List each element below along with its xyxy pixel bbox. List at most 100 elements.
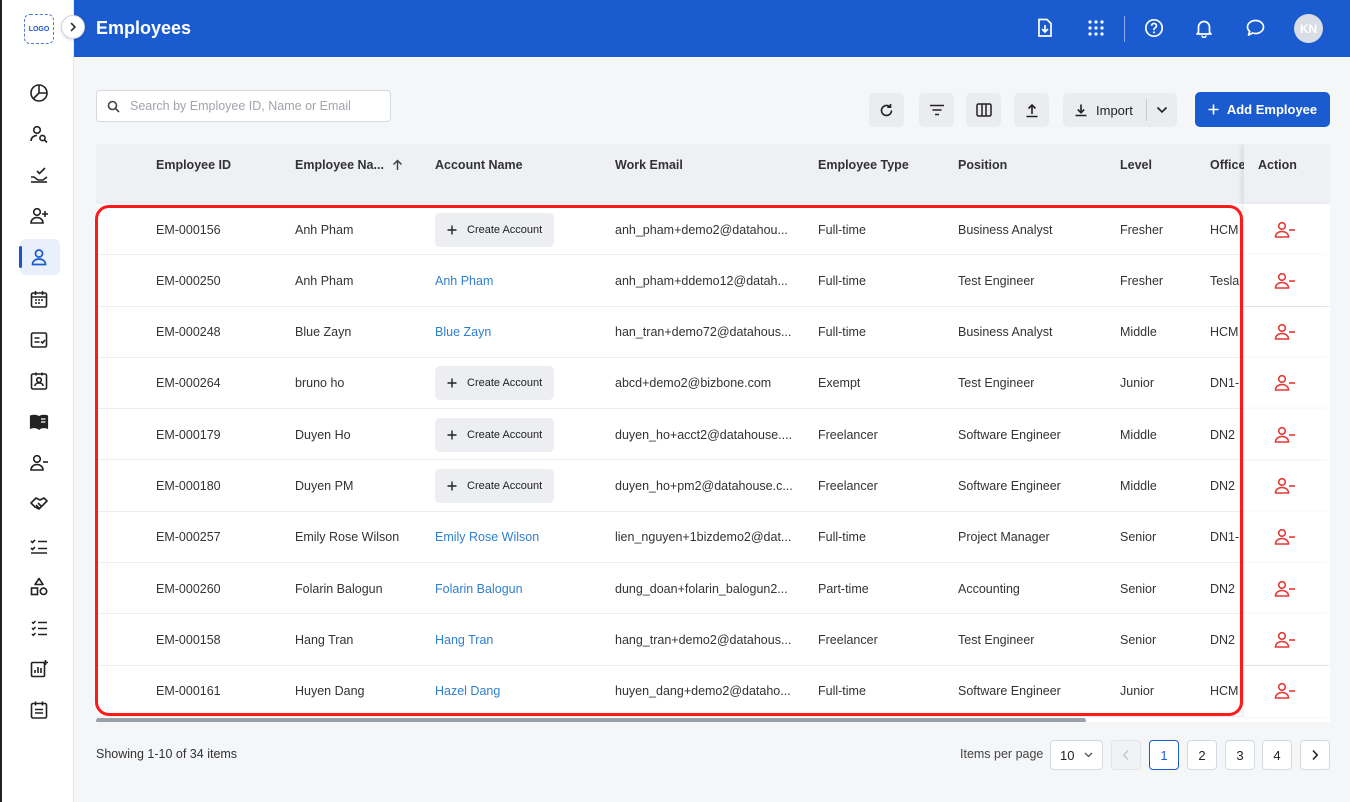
table-row[interactable]: EM-000250 Anh Pham Anh Pham anh_pham+ddemo1…	[96, 255, 1330, 307]
chat-icon[interactable]	[1244, 17, 1266, 39]
page-button-3[interactable]: 3	[1225, 740, 1255, 770]
sidebar-item-checklist-card[interactable]	[2, 319, 74, 360]
sidebar-item-shapes[interactable]	[2, 566, 74, 607]
prev-page-button[interactable]	[1111, 740, 1141, 770]
column-level[interactable]: Level	[1120, 158, 1152, 172]
import-button-group: Import	[1063, 93, 1177, 127]
cell-employee-name: bruno ho	[295, 376, 345, 391]
cell-position: Software Engineer	[958, 684, 1061, 699]
app-logo[interactable]: LOGO	[24, 14, 54, 44]
cell-action	[1244, 460, 1330, 512]
page-button-4[interactable]: 4	[1262, 740, 1292, 770]
download-document-icon[interactable]	[1034, 17, 1056, 39]
add-employee-button[interactable]: Add Employee	[1195, 92, 1330, 127]
cell-office: DN2	[1210, 427, 1236, 442]
employees-table: Employee ID Employee Na... Account Name …	[96, 144, 1330, 722]
search-input[interactable]	[130, 99, 380, 113]
sidebar-item-calendar[interactable]	[2, 278, 74, 319]
book-icon	[29, 414, 49, 431]
items-per-page-label: Items per page	[960, 747, 1044, 761]
cell-level: Fresher	[1120, 273, 1164, 288]
cell-account-link[interactable]: Hazel Dang	[435, 666, 600, 717]
cell-account-link[interactable]: Hang Tran	[435, 614, 600, 665]
remove-user-icon[interactable]	[1274, 528, 1296, 546]
create-account-button[interactable]: Create Account	[435, 212, 555, 247]
sidebar-item-dashboard[interactable]	[2, 72, 74, 113]
cell-account-link[interactable]: Folarin Balogun	[435, 563, 600, 614]
create-account-button[interactable]: Create Account	[435, 417, 555, 452]
columns-icon	[975, 103, 992, 117]
column-employee-name[interactable]: Employee Na...	[295, 158, 403, 172]
sidebar-item-user-badge[interactable]	[2, 360, 74, 401]
import-button[interactable]: Import	[1063, 103, 1146, 118]
import-dropdown-button[interactable]	[1147, 106, 1177, 114]
sidebar-item-hand-check[interactable]	[2, 154, 74, 195]
refresh-button[interactable]	[869, 93, 904, 127]
next-page-button[interactable]	[1300, 740, 1330, 770]
sidebar-expand-button[interactable]	[61, 15, 85, 39]
remove-user-icon[interactable]	[1274, 580, 1296, 598]
cell-position: Business Analyst	[958, 325, 1053, 340]
table-row[interactable]: EM-000264 bruno ho Create Account abcd+demo…	[96, 357, 1330, 410]
remove-user-icon[interactable]	[1274, 221, 1296, 239]
search-icon	[107, 100, 120, 113]
remove-user-icon[interactable]	[1274, 323, 1296, 341]
items-per-page-select[interactable]: 10	[1050, 740, 1103, 770]
sidebar-item-book[interactable]	[2, 402, 74, 443]
column-office[interactable]: Office	[1210, 158, 1245, 172]
header-divider	[1124, 16, 1125, 42]
table-row[interactable]: EM-000257 Emily Rose Wilson Emily Rose Wil…	[96, 511, 1330, 564]
page-button-2[interactable]: 2	[1187, 740, 1217, 770]
cell-employee-id: EM-000264	[156, 376, 221, 391]
filter-button[interactable]	[919, 93, 954, 127]
table-row[interactable]: EM-000180 Duyen PM Create Account duyen_ho+…	[96, 460, 1330, 512]
cell-account-link[interactable]: Blue Zayn	[435, 307, 600, 358]
column-position[interactable]: Position	[958, 158, 1007, 172]
cell-work-email: hang_tran+demo2@datahous...	[615, 632, 792, 647]
column-work-email[interactable]: Work Email	[615, 158, 683, 172]
sidebar-item-user-add[interactable]	[2, 196, 74, 237]
remove-user-icon[interactable]	[1274, 631, 1296, 649]
sidebar-item-list-check[interactable]	[2, 607, 74, 648]
cell-level: Senior	[1120, 530, 1157, 545]
column-employee-type[interactable]: Employee Type	[818, 158, 909, 172]
horizontal-scrollbar[interactable]	[96, 718, 1086, 722]
column-account-name[interactable]: Account Name	[435, 158, 523, 172]
sidebar-item-chart-add[interactable]	[2, 649, 74, 690]
remove-user-icon[interactable]	[1274, 374, 1296, 392]
sidebar-item-event-note[interactable]	[2, 690, 74, 731]
table-row[interactable]: EM-000158 Hang Tran Hang Tran hang_tran+dem…	[96, 614, 1330, 666]
cell-position: Test Engineer	[958, 376, 1035, 391]
sidebar-item-handshake[interactable]	[2, 484, 74, 525]
export-button[interactable]	[1014, 93, 1049, 127]
cell-account-link[interactable]: Anh Pham	[435, 255, 600, 306]
apps-grid-icon[interactable]	[1085, 17, 1107, 39]
column-employee-id[interactable]: Employee ID	[156, 158, 231, 172]
page-button-1[interactable]: 1	[1149, 740, 1179, 770]
notification-bell-icon[interactable]	[1193, 17, 1215, 39]
cell-employee-name: Emily Rose Wilson	[295, 530, 400, 545]
sidebar-item-task-list[interactable]	[2, 525, 74, 566]
table-row[interactable]: EM-000179 Duyen Ho Create Account duyen_ho+…	[96, 409, 1330, 461]
table-row[interactable]: EM-000161 Huyen Dang Hazel Dang huyen_dang+…	[96, 665, 1330, 717]
user-avatar[interactable]: KN	[1294, 14, 1323, 43]
cell-position: Business Analyst	[958, 222, 1053, 237]
table-row[interactable]: EM-000248 Blue Zayn Blue Zayn han_tran+demo…	[96, 306, 1330, 358]
sidebar-item-user-remove[interactable]	[2, 443, 74, 484]
columns-button[interactable]	[966, 93, 1001, 127]
sidebar-item-employee[interactable]	[2, 237, 74, 278]
remove-user-icon[interactable]	[1274, 682, 1296, 700]
table-row[interactable]: EM-000156 Anh Pham Create Account anh_pham+…	[96, 204, 1330, 256]
cell-level: Senior	[1120, 632, 1157, 647]
remove-user-icon[interactable]	[1274, 477, 1296, 495]
help-icon[interactable]	[1143, 17, 1165, 39]
create-account-button[interactable]: Create Account	[435, 366, 555, 401]
top-bar: Employees KN	[74, 0, 1350, 57]
remove-user-icon[interactable]	[1274, 272, 1296, 290]
remove-user-icon[interactable]	[1274, 426, 1296, 444]
sidebar-item-user-search[interactable]	[2, 113, 74, 154]
table-row[interactable]: EM-000260 Folarin Balogun Folarin Balogun d…	[96, 563, 1330, 615]
cell-account-link[interactable]: Emily Rose Wilson	[435, 512, 600, 563]
handshake-icon	[30, 497, 48, 511]
create-account-button[interactable]: Create Account	[435, 469, 555, 503]
